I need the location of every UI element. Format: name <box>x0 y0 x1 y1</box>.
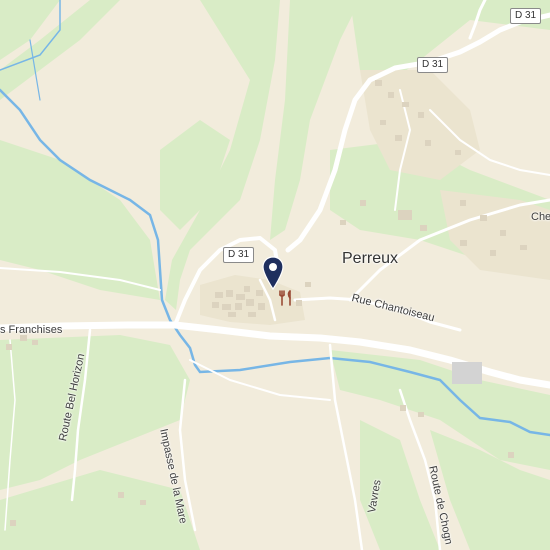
map-view[interactable]: D 31 D 31 D 31 Perreux s Franchises Rue … <box>0 0 550 550</box>
road-shield-d31: D 31 <box>510 8 542 24</box>
place-label-perreux[interactable]: Perreux <box>342 251 398 267</box>
industrial-block <box>452 362 482 384</box>
road-shield-d31: D 31 <box>223 247 255 263</box>
road-shield-d31: D 31 <box>417 57 449 73</box>
street-label-che: Che <box>531 211 550 223</box>
fork-knife-icon[interactable] <box>279 290 293 306</box>
map-pin-icon[interactable] <box>262 256 284 290</box>
street-label-franchises: s Franchises <box>0 324 63 336</box>
